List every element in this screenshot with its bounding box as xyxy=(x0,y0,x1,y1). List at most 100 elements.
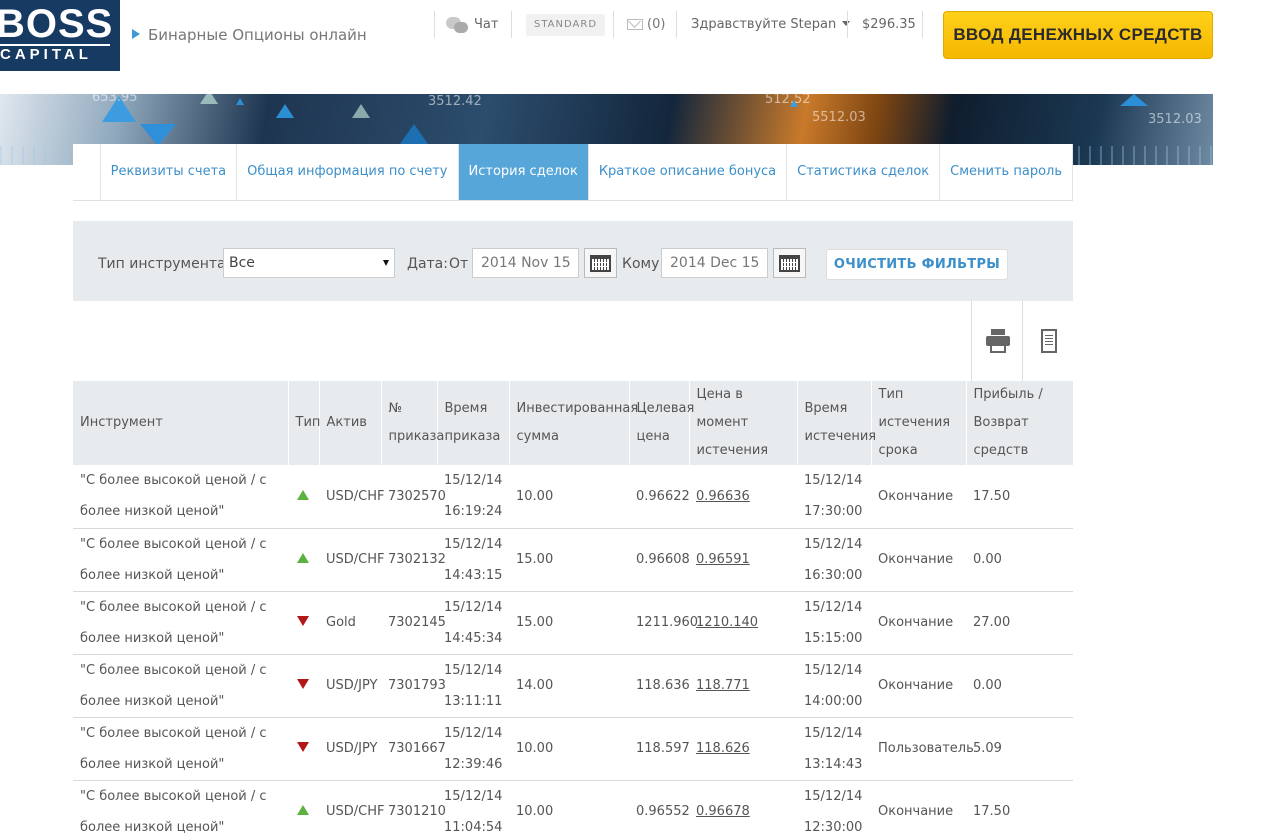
target-cell: 0.96608 xyxy=(629,528,690,592)
greeting: Здравствуйте Stepan xyxy=(691,17,837,32)
column-header: Целевая цена xyxy=(629,381,694,465)
envelope-icon xyxy=(627,19,643,30)
chat-label: Чат xyxy=(474,17,499,32)
account-tabs: Реквизиты счета Общая информация по счет… xyxy=(73,144,1073,201)
column-header: Тип xyxy=(288,381,320,465)
profit-cell: 0.00 xyxy=(966,528,1073,592)
chat-link[interactable]: Чат xyxy=(446,11,498,38)
expiry-price-link[interactable]: 0.96678 xyxy=(696,804,750,819)
asset-cell: USD/JPY xyxy=(319,717,381,781)
expiry-type-cell: Окончание xyxy=(871,780,966,838)
instrument-type-select[interactable]: Все xyxy=(223,248,395,278)
tab-account-overview[interactable]: Общая информация по счету xyxy=(237,144,459,200)
expiry-time-cell: 15/12/14 12:30:00 xyxy=(797,780,871,838)
calendar-icon xyxy=(779,255,800,272)
printer-icon xyxy=(986,329,1010,353)
triangle-decor xyxy=(200,94,218,104)
target-cell: 118.597 xyxy=(629,717,690,781)
ticker-text: 3512.03 xyxy=(1148,112,1202,127)
to-date-input[interactable]: 2014 Dec 15 xyxy=(661,248,768,278)
target-cell: 0.96622 xyxy=(629,465,690,529)
user-menu[interactable]: Здравствуйте Stepan xyxy=(691,11,851,38)
invested-cell: 15.00 xyxy=(509,591,629,655)
tagline-text: Бинарные Опционы онлайн xyxy=(148,26,367,44)
logo[interactable]: BOSS CAPITAL xyxy=(0,0,120,71)
tab-bonus-description[interactable]: Краткое описание бонуса xyxy=(589,144,788,200)
print-button[interactable] xyxy=(971,301,1022,381)
direction-cell xyxy=(288,654,319,718)
expiry-price-cell: 118.771 xyxy=(689,654,797,718)
expiry-price-link[interactable]: 0.96591 xyxy=(696,552,750,567)
table-row: "С более высокой ценой / с более низкой … xyxy=(73,780,1073,838)
calendar-icon xyxy=(590,255,611,272)
triangle-decor xyxy=(140,124,176,146)
expiry-price-cell: 0.96678 xyxy=(689,780,797,838)
order-time-cell: 15/12/14 16:19:24 xyxy=(437,465,509,529)
expiry-time-cell: 15/12/14 14:00:00 xyxy=(797,654,871,718)
date-label: Дата: xyxy=(407,256,448,272)
profit-cell: 27.00 xyxy=(966,591,1073,655)
invested-cell: 10.00 xyxy=(509,465,629,529)
order-cell: 7301210 xyxy=(381,780,446,838)
column-header: Цена в момент истечения xyxy=(689,381,798,465)
profit-cell: 17.50 xyxy=(966,465,1073,529)
tab-spacer xyxy=(73,144,101,200)
instrument-cell: "С более высокой ценой / с более низкой … xyxy=(73,591,288,655)
expiry-price-link[interactable]: 118.771 xyxy=(696,678,750,693)
export-button[interactable] xyxy=(1022,301,1073,381)
tab-trade-history[interactable]: История сделок xyxy=(458,144,589,200)
tab-trade-statistics[interactable]: Статистика сделок xyxy=(787,144,941,200)
expiry-time-cell: 15/12/14 17:30:00 xyxy=(797,465,871,529)
table-header-row: Инструмент Тип Актив № приказа Время при… xyxy=(73,381,1073,465)
expiry-price-link[interactable]: 0.96636 xyxy=(696,489,750,504)
calendar-to-button[interactable] xyxy=(773,248,806,278)
order-time-cell: 15/12/14 14:43:15 xyxy=(437,528,509,592)
expiry-price-link[interactable]: 118.626 xyxy=(696,741,750,756)
triangle-decor xyxy=(400,124,428,144)
dropdown-arrow-icon xyxy=(383,260,389,266)
expiry-time-cell: 15/12/14 13:14:43 xyxy=(797,717,871,781)
profit-cell: 17.50 xyxy=(966,780,1073,838)
expiry-time-cell: 15/12/14 16:30:00 xyxy=(797,528,871,592)
expiry-type-cell: Окончание xyxy=(871,528,966,592)
divider xyxy=(922,11,923,38)
expiry-type-cell: Пользователь xyxy=(871,717,974,781)
ticker-text: 653.95 xyxy=(92,94,138,105)
column-header: Тип истечения срока xyxy=(871,381,967,465)
invested-cell: 14.00 xyxy=(509,654,629,718)
tab-account-details[interactable]: Реквизиты счета xyxy=(101,144,238,200)
divider xyxy=(676,11,677,38)
to-label: Кому xyxy=(622,256,660,272)
arrow-down-icon xyxy=(297,616,309,626)
asset-cell: Gold xyxy=(319,591,381,655)
messages-link[interactable]: (0) xyxy=(627,11,665,38)
ticker-text: 3512.42 xyxy=(428,94,482,109)
expiry-price-cell: 118.626 xyxy=(689,717,797,781)
arrow-up-icon xyxy=(297,553,309,563)
column-header: Актив xyxy=(319,381,382,465)
order-cell: 7302570 xyxy=(381,465,446,529)
divider xyxy=(613,11,614,38)
balance: $296.35 xyxy=(862,17,916,32)
column-header: Инвестированная сумма xyxy=(509,381,638,465)
order-time-cell: 15/12/14 14:45:34 xyxy=(437,591,509,655)
logo-bottom: CAPITAL xyxy=(0,44,110,63)
triangle-decor xyxy=(236,98,244,105)
target-cell: 118.636 xyxy=(629,654,690,718)
messages-count: (0) xyxy=(647,17,666,32)
arrow-down-icon xyxy=(297,679,309,689)
table-row: "С более высокой ценой / с более низкой … xyxy=(73,591,1073,655)
deposit-button[interactable]: ВВОД ДЕНЕЖНЫХ СРЕДСТВ xyxy=(943,11,1213,59)
tab-change-password[interactable]: Сменить пароль xyxy=(940,144,1073,200)
table-row: "С более высокой ценой / с более низкой … xyxy=(73,465,1073,529)
asset-cell: USD/JPY xyxy=(319,654,381,718)
expiry-price-cell: 0.96636 xyxy=(689,465,797,529)
trade-history-table: Инструмент Тип Актив № приказа Время при… xyxy=(73,381,1073,838)
column-header: Время приказа xyxy=(437,381,510,465)
from-date-input[interactable]: 2014 Nov 15 xyxy=(472,248,579,278)
calendar-from-button[interactable] xyxy=(584,248,617,278)
clear-filters-button[interactable]: ОЧИСТИТЬ ФИЛЬТРЫ xyxy=(826,249,1008,280)
expiry-price-link[interactable]: 1210.140 xyxy=(696,615,758,630)
account-badge: STANDARD xyxy=(526,14,606,36)
arrow-down-icon xyxy=(297,742,309,752)
